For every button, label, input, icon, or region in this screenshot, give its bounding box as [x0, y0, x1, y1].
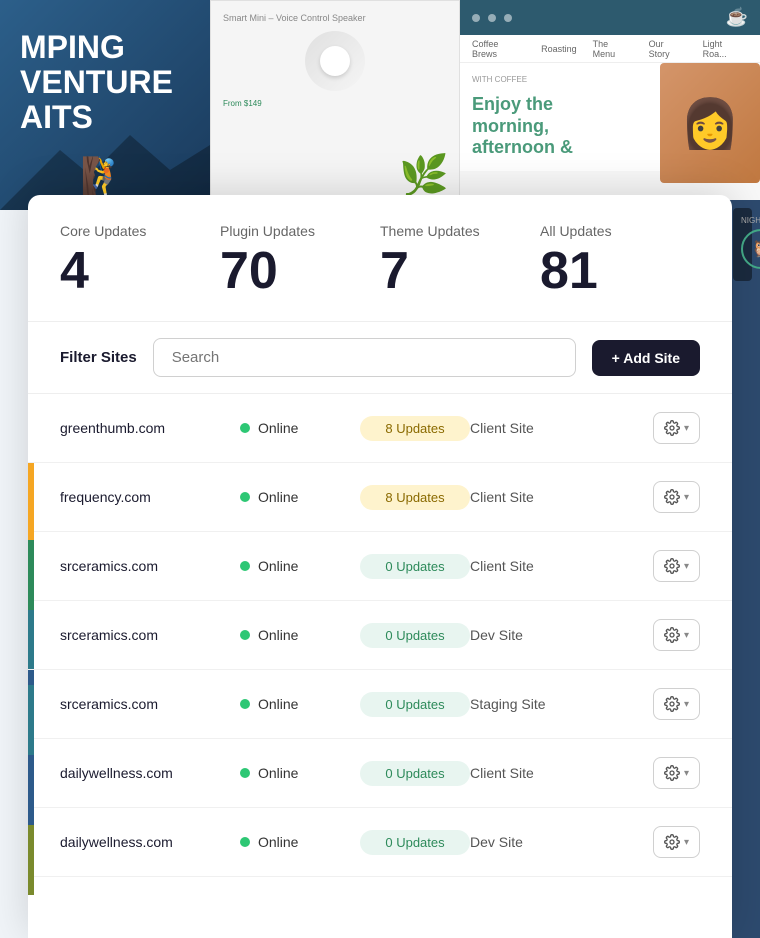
site-status: Online: [240, 765, 360, 781]
updates-badge: 0 Updates: [360, 761, 470, 786]
site-type: Client Site: [470, 489, 653, 505]
gear-icon: [664, 696, 680, 712]
updates-badge: 0 Updates: [360, 692, 470, 717]
site-status: Online: [240, 558, 360, 574]
updates-badge: 0 Updates: [360, 554, 470, 579]
gear-icon: [664, 489, 680, 505]
site-name: dailywellness.com: [60, 834, 240, 850]
gear-icon: [664, 420, 680, 436]
site-status: Online: [240, 420, 360, 436]
table-row: dailywellness.com Online 0 Updates Clien…: [28, 739, 732, 808]
status-text: Online: [258, 696, 298, 712]
chevron-down-icon: ▾: [684, 492, 689, 503]
chevron-down-icon: ▾: [684, 837, 689, 848]
gear-button[interactable]: ▾: [653, 688, 700, 720]
site-name: srceramics.com: [60, 696, 240, 712]
row-accent: [28, 601, 34, 669]
updates-badge: 0 Updates: [360, 830, 470, 855]
table-row: dailywellness.com Online 0 Updates Dev S…: [28, 808, 732, 877]
site-name: srceramics.com: [60, 627, 240, 643]
gear-icon: [664, 627, 680, 643]
search-input[interactable]: [153, 338, 576, 377]
status-dot: [240, 630, 250, 640]
accent-bar-blue: [28, 755, 34, 825]
add-site-button[interactable]: + Add Site: [592, 340, 700, 376]
bg-left-panel: MPING VENTURE AITS 🧗: [0, 0, 210, 210]
site-type: Client Site: [470, 420, 653, 436]
site-status: Online: [240, 696, 360, 712]
site-type: Dev Site: [470, 627, 653, 643]
theme-updates-value: 7: [380, 245, 540, 297]
gear-button[interactable]: ▾: [653, 481, 700, 513]
site-type: Staging Site: [470, 696, 653, 712]
gear-button[interactable]: ▾: [653, 757, 700, 789]
table-row: greenthumb.com Online 8 Updates Client S…: [28, 394, 732, 463]
filter-sites-label: Filter Sites: [60, 349, 137, 366]
updates-badge: 8 Updates: [360, 416, 470, 441]
search-wrapper: [153, 338, 576, 377]
gear-icon: [664, 765, 680, 781]
table-row: srceramics.com Online 0 Updates Dev Site…: [28, 601, 732, 670]
site-name: greenthumb.com: [60, 420, 240, 436]
site-type: Client Site: [470, 765, 653, 781]
site-name: dailywellness.com: [60, 765, 240, 781]
main-panel: Core Updates 4 Plugin Updates 70 Theme U…: [28, 195, 732, 938]
accent-bar-yellow: [28, 470, 34, 540]
core-updates-label: Core Updates: [60, 223, 220, 239]
site-type: Dev Site: [470, 834, 653, 850]
status-text: Online: [258, 834, 298, 850]
chevron-down-icon: ▾: [684, 630, 689, 641]
all-updates-value: 81: [540, 245, 700, 297]
chevron-down-icon: ▾: [684, 561, 689, 572]
site-name: frequency.com: [60, 489, 240, 505]
stat-all: All Updates 81: [540, 223, 700, 297]
status-dot: [240, 423, 250, 433]
chevron-down-icon: ▾: [684, 699, 689, 710]
status-dot: [240, 768, 250, 778]
core-updates-value: 4: [60, 245, 220, 297]
filter-row: Filter Sites + Add Site: [28, 322, 732, 394]
table-row: frequency.com Online 8 Updates Client Si…: [28, 463, 732, 532]
status-dot: [240, 492, 250, 502]
status-dot: [240, 699, 250, 709]
status-dot: [240, 837, 250, 847]
status-text: Online: [258, 765, 298, 781]
plugin-updates-value: 70: [220, 245, 380, 297]
table-row: srceramics.com Online 0 Updates Staging …: [28, 670, 732, 739]
gear-button[interactable]: ▾: [653, 412, 700, 444]
accent-bar-green: [28, 540, 34, 610]
accent-bar-olive: [28, 825, 34, 895]
chevron-down-icon: ▾: [684, 423, 689, 434]
chevron-down-icon: ▾: [684, 768, 689, 779]
bg-mid-panel: Smart Mini – Voice Control Speaker From …: [210, 0, 460, 210]
status-text: Online: [258, 489, 298, 505]
site-name: srceramics.com: [60, 558, 240, 574]
site-type: Client Site: [470, 558, 653, 574]
site-status: Online: [240, 627, 360, 643]
gear-icon: [664, 558, 680, 574]
gear-button[interactable]: ▾: [653, 550, 700, 582]
stat-theme: Theme Updates 7: [380, 223, 540, 297]
status-dot: [240, 561, 250, 571]
status-text: Online: [258, 558, 298, 574]
gear-icon: [664, 834, 680, 850]
updates-badge: 0 Updates: [360, 623, 470, 648]
stat-core: Core Updates 4: [60, 223, 220, 297]
updates-badge: 8 Updates: [360, 485, 470, 510]
table-row: srceramics.com Online 0 Updates Client S…: [28, 532, 732, 601]
status-text: Online: [258, 420, 298, 436]
sites-table: greenthumb.com Online 8 Updates Client S…: [28, 394, 732, 938]
gear-button[interactable]: ▾: [653, 826, 700, 858]
accent-bar-teal: [28, 685, 34, 755]
gear-button[interactable]: ▾: [653, 619, 700, 651]
plugin-updates-label: Plugin Updates: [220, 223, 380, 239]
status-text: Online: [258, 627, 298, 643]
site-status: Online: [240, 489, 360, 505]
theme-updates-label: Theme Updates: [380, 223, 540, 239]
all-updates-label: All Updates: [540, 223, 700, 239]
stat-plugin: Plugin Updates 70: [220, 223, 380, 297]
site-status: Online: [240, 834, 360, 850]
stats-row: Core Updates 4 Plugin Updates 70 Theme U…: [28, 195, 732, 322]
